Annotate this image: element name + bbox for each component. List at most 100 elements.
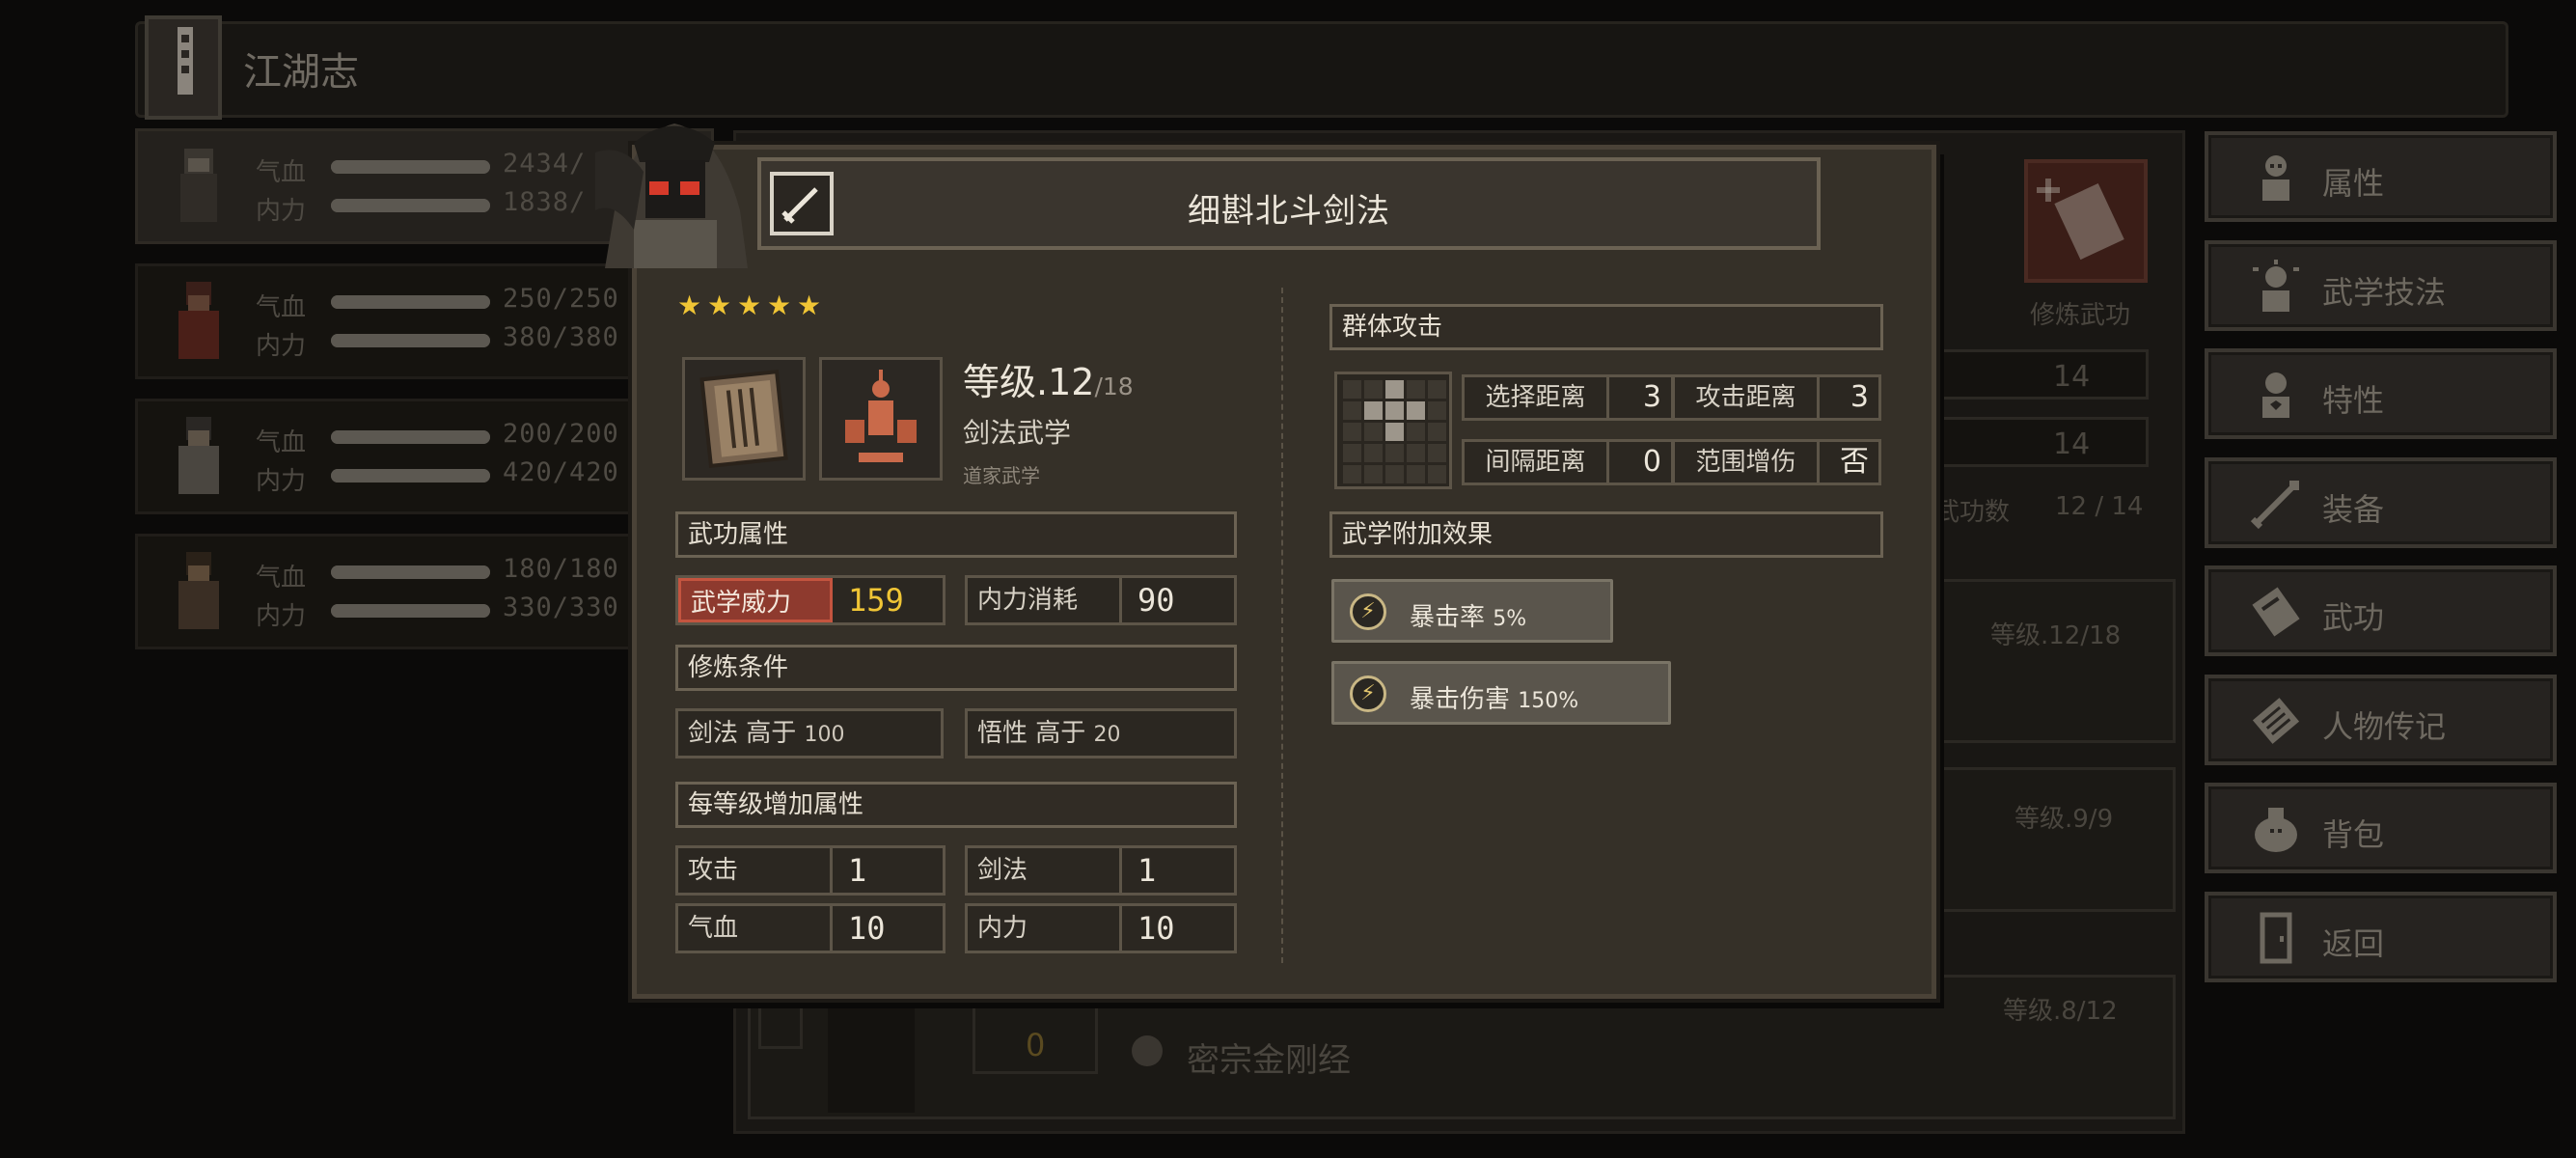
menu-attributes[interactable]: 属性 <box>2205 131 2557 222</box>
mp-value: 380/380 <box>503 322 619 352</box>
range-grid-cell <box>1428 401 1446 420</box>
train-skill-icon[interactable] <box>2024 159 2148 283</box>
sword-icon[interactable] <box>770 172 834 235</box>
lightning-icon: ⚡ <box>1350 676 1386 712</box>
attributes-header: 武功属性 <box>675 511 1237 558</box>
menu-martial-skills[interactable]: 武学技法 <box>2205 240 2557 331</box>
range-grid-cell <box>1407 401 1425 420</box>
menu-return[interactable]: 返回 <box>2205 892 2557 982</box>
character-avatar <box>178 282 219 359</box>
menu-traits[interactable]: 特性 <box>2205 348 2557 439</box>
skill-level-max: /18 <box>1094 372 1134 400</box>
star-icon: ★ <box>767 290 792 321</box>
menu-label: 人物传记 <box>2322 708 2447 745</box>
range-grid-cell <box>1385 380 1404 399</box>
door-return-icon <box>2260 912 2292 964</box>
skill-power-value: 0 <box>1026 1027 1046 1063</box>
menu-label: 装备 <box>2322 491 2385 528</box>
hp-value: 250/250 <box>503 284 619 314</box>
skill-card[interactable]: 等级.12/18 <box>1915 579 2176 743</box>
range-grid-cell <box>1385 401 1404 420</box>
star-icon: ★ <box>707 290 732 321</box>
menu-biography[interactable]: 人物传记 <box>2205 675 2557 765</box>
mp-bar <box>331 604 490 618</box>
character-row[interactable]: 气血 180/180 内力 330/330 <box>135 534 714 649</box>
star-icon: ★ <box>797 290 822 321</box>
hp-label: 气血 <box>256 158 307 187</box>
skill-count-value: 12 / 14 <box>2055 492 2144 521</box>
person-traits-icon <box>2262 372 2289 418</box>
sword-school-emblem-icon <box>819 357 943 481</box>
skill-card[interactable]: 等级.9/9 <box>1915 767 2176 912</box>
menu-bag[interactable]: 背包 <box>2205 783 2557 873</box>
title-bar <box>135 21 2508 118</box>
hp-bar <box>331 160 490 174</box>
bg-value-box: 14 <box>1934 349 2149 400</box>
skill-count-label: 武功数 <box>1934 498 2011 527</box>
range-grid-cell <box>1364 401 1383 420</box>
menu-martial-arts[interactable]: 武功 <box>2205 565 2557 656</box>
range-grid-cell <box>1343 465 1361 483</box>
range-grid-cell <box>1407 444 1425 462</box>
mp-label: 内力 <box>256 602 307 631</box>
column-divider <box>1281 288 1283 963</box>
power-value: 159 <box>848 582 904 619</box>
growth-sword: 剑法 1 <box>965 845 1237 896</box>
hp-bar <box>331 295 490 309</box>
requirement-sword: 剑法 高于 100 <box>675 708 944 758</box>
select-range-field: 选择距离 3 <box>1462 374 1674 421</box>
growth-header: 每等级增加属性 <box>675 782 1237 828</box>
skill-level: 等级.12/18 <box>963 361 1134 403</box>
aoe-field: 范围增伤 否 <box>1672 439 1881 485</box>
range-grid-cell <box>1364 444 1383 462</box>
bg-value-box: 14 <box>1934 417 2149 467</box>
hp-label: 气血 <box>256 564 307 593</box>
mp-value: 330/330 <box>503 593 619 622</box>
mp-bar <box>331 469 490 482</box>
range-grid-cell <box>1407 465 1425 483</box>
bg-value: 14 <box>2053 360 2091 394</box>
hp-label: 气血 <box>256 293 307 322</box>
range-grid-cell <box>1343 401 1361 420</box>
star-icon: ★ <box>737 290 762 321</box>
skill-school: 道家武学 <box>963 464 1040 487</box>
character-portrait <box>595 114 754 268</box>
character-row[interactable]: 气血 200/200 内力 420/420 <box>135 399 714 514</box>
growth-attack: 攻击 1 <box>675 845 945 896</box>
person-attributes-icon <box>2262 155 2289 201</box>
range-grid-cell <box>1407 380 1425 399</box>
range-grid-cell <box>1343 444 1361 462</box>
range-grid-cell <box>1364 380 1383 399</box>
mp-bar <box>331 334 490 347</box>
hp-value: 180/180 <box>503 554 619 584</box>
hp-bar <box>331 565 490 579</box>
skill-name: 密宗金刚经 <box>1187 1041 1351 1080</box>
mp-label: 内力 <box>256 332 307 361</box>
range-grid <box>1334 372 1452 489</box>
page-title: 江湖志 <box>243 50 359 95</box>
yin-yang-icon <box>1132 1035 1163 1066</box>
hp-value: 200/200 <box>503 419 619 449</box>
skill-type: 剑法武学 <box>963 417 1072 449</box>
growth-hp: 气血 10 <box>675 903 945 953</box>
mp-cost-label: 内力消耗 <box>968 578 1122 622</box>
character-avatar <box>178 417 219 494</box>
menu-label: 背包 <box>2322 816 2385 853</box>
target-header: 群体攻击 <box>1329 304 1883 350</box>
menu-label: 武功 <box>2322 599 2385 636</box>
range-grid-cell <box>1385 444 1404 462</box>
character-avatar <box>180 149 217 222</box>
sword-equipment-icon <box>2250 481 2299 530</box>
menu-label: 属性 <box>2322 165 2385 202</box>
skill-level: 等级.12/18 <box>1990 621 2122 650</box>
range-grid-cell <box>1385 423 1404 441</box>
bag-icon <box>2255 808 2297 852</box>
checkbox[interactable] <box>758 1005 803 1049</box>
power-field: 武学威力 159 <box>675 575 945 625</box>
range-grid-cell <box>1407 423 1425 441</box>
character-row[interactable]: 气血 250/250 内力 380/380 <box>135 263 714 379</box>
lightning-icon: ⚡ <box>1350 593 1386 630</box>
train-skill-label: 修炼武功 <box>2030 301 2131 330</box>
growth-mp: 内力 10 <box>965 903 1237 953</box>
menu-equipment[interactable]: 装备 <box>2205 457 2557 548</box>
